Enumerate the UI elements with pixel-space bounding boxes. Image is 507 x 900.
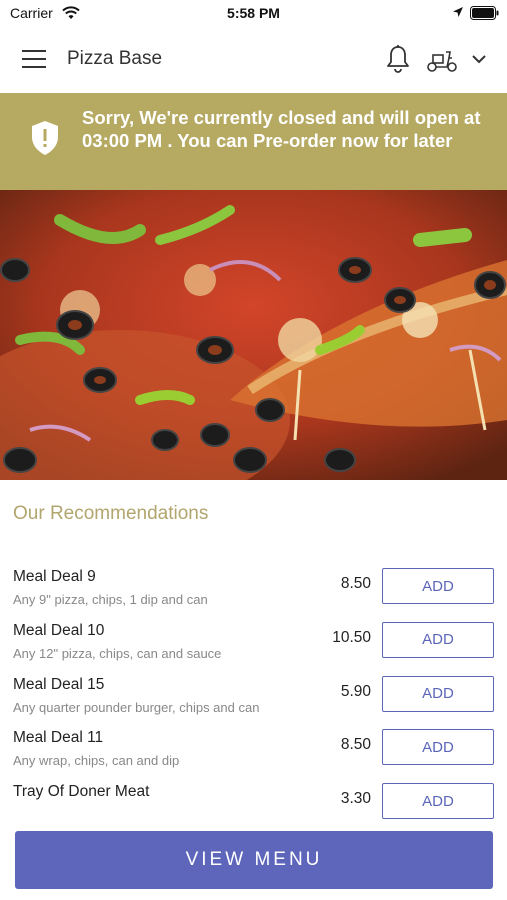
item-description: Any wrap, chips, can and dip [13, 753, 180, 769]
item-price: 8.50 [340, 736, 371, 754]
item-price: 3.30 [340, 790, 371, 807]
list-item: Meal Deal 11 Any wrap, chips, can and di… [0, 724, 507, 778]
add-button[interactable]: ADD [382, 783, 494, 819]
item-description: Any 9" pizza, chips, 1 dip and can [13, 592, 208, 607]
item-description: Any 12" pizza, chips, can and sauce [13, 645, 222, 661]
list-item: Meal Deal 10 Any 12" pizza, chips, can a… [0, 617, 507, 671]
clock: 5:58 PM [227, 5, 280, 21]
chevron-down-icon[interactable] [470, 50, 488, 68]
recommendations-title: Our Recommendations [13, 503, 209, 524]
closed-message: Sorry, We're currently closed and will o… [82, 107, 481, 151]
location-arrow-icon [453, 7, 463, 17]
status-bar: Carrier 5:58 PM [0, 0, 507, 28]
add-button[interactable]: ADD [382, 729, 494, 766]
item-price: 10.50 [332, 628, 371, 646]
hero-pizza-image [0, 190, 507, 480]
item-name: Meal Deal 10 [13, 621, 105, 639]
item-name: Meal Deal 11 [13, 729, 104, 747]
app-header: Pizza Base [0, 30, 507, 90]
recommendations-list: Meal Deal 9 Any 9" pizza, chips, 1 dip a… [0, 563, 507, 832]
bell-icon[interactable] [385, 44, 411, 74]
closed-banner: Sorry, We're currently closed and will o… [0, 93, 507, 190]
add-button[interactable]: ADD [382, 568, 494, 604]
add-button[interactable]: ADD [382, 675, 494, 712]
shield-alert-icon [32, 121, 58, 155]
scooter-icon[interactable] [426, 46, 458, 74]
view-menu-button[interactable]: VIEW MENU [15, 831, 493, 889]
item-name: Meal Deal 15 [13, 675, 105, 693]
item-description: Any quarter pounder burger, chips and ca… [13, 699, 260, 715]
item-name: Meal Deal 9 [13, 568, 96, 585]
add-button[interactable]: ADD [382, 621, 494, 658]
item-price: 5.90 [340, 682, 371, 700]
item-name: Tray Of Doner Meat [13, 783, 150, 800]
app-title: Pizza Base [67, 48, 163, 69]
list-item: Tray Of Doner Meat 3.30 ADD [0, 778, 507, 832]
battery-icon [470, 6, 499, 20]
list-item: Meal Deal 15 Any quarter pounder burger,… [0, 671, 507, 725]
list-item: Meal Deal 9 Any 9" pizza, chips, 1 dip a… [0, 563, 507, 617]
hamburger-menu-icon[interactable] [22, 50, 46, 70]
item-price: 8.50 [340, 575, 371, 592]
